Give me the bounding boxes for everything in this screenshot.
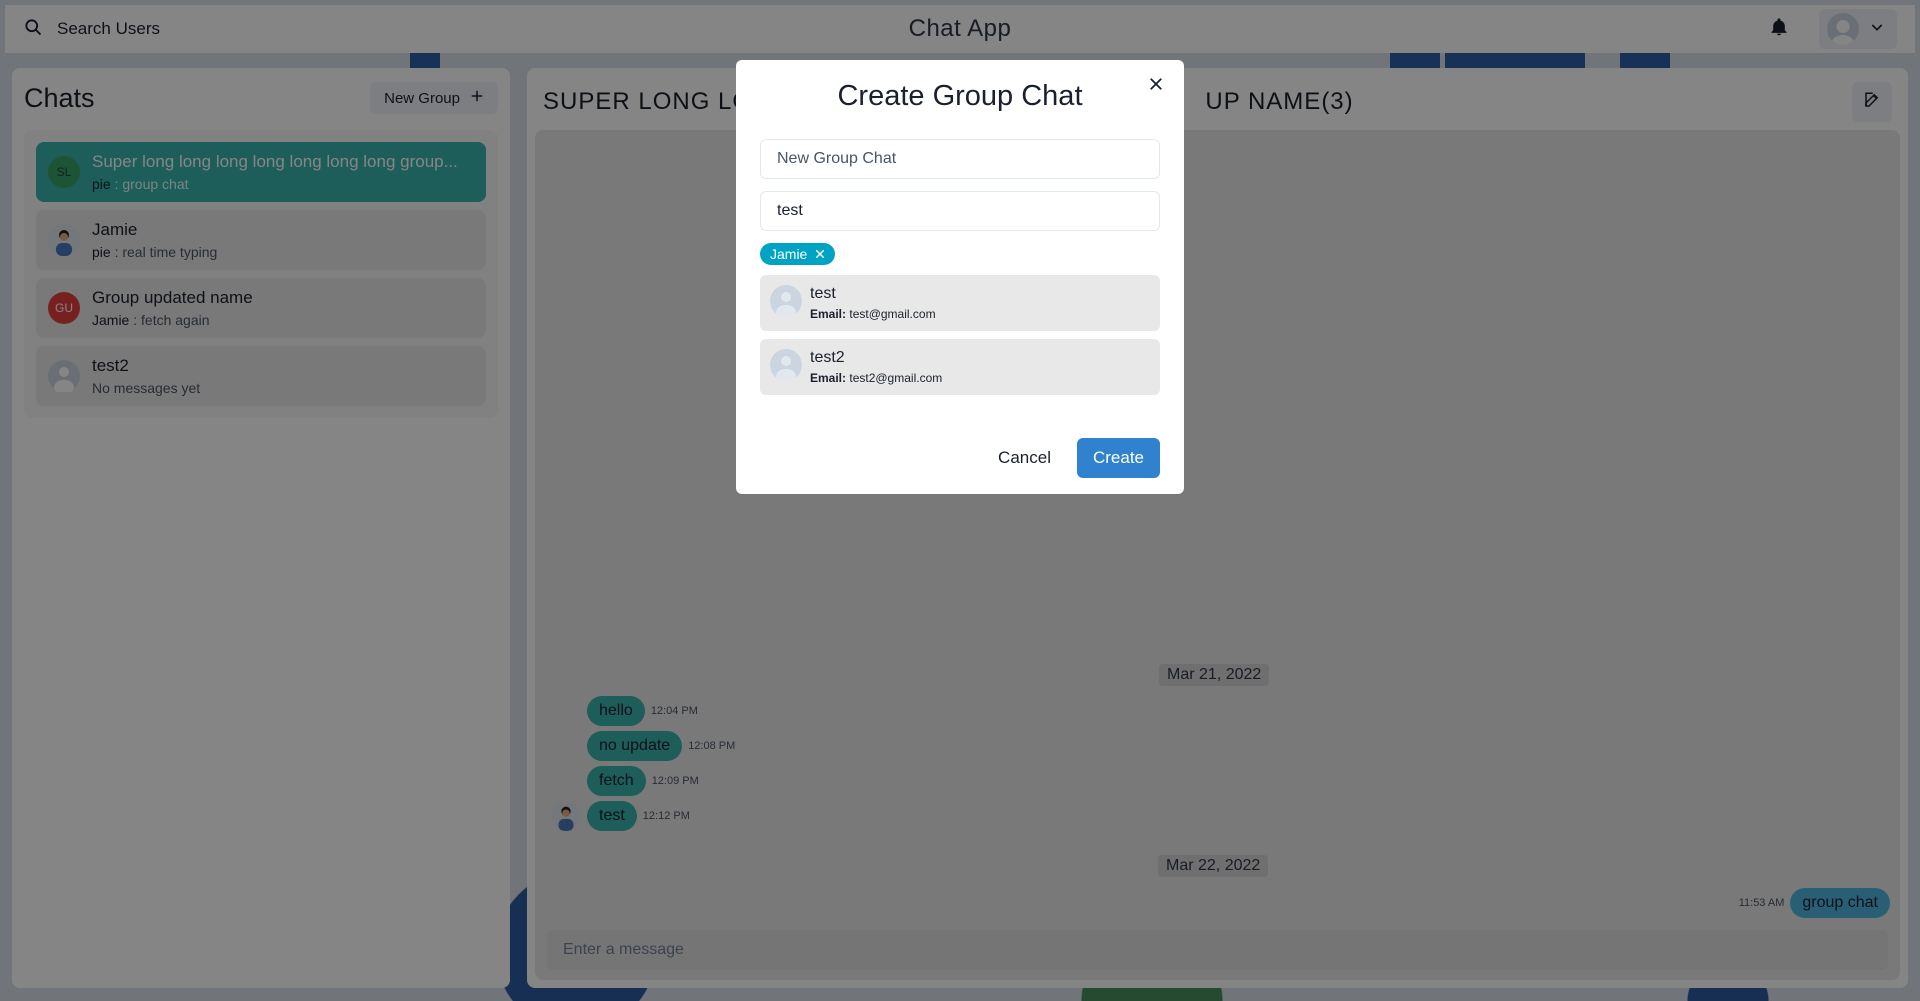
group-name-input[interactable] — [760, 139, 1160, 179]
tag-label: Jamie — [770, 246, 808, 262]
add-users-input[interactable] — [760, 191, 1160, 231]
user-email: Email: test@gmail.com — [810, 307, 936, 321]
avatar — [770, 284, 802, 322]
cancel-button[interactable]: Cancel — [982, 438, 1067, 478]
email-value: test@gmail.com — [849, 307, 936, 321]
close-button[interactable] — [1144, 74, 1168, 98]
modal-title: Create Group Chat — [837, 80, 1083, 112]
close-icon[interactable] — [815, 246, 825, 262]
user-name: test — [810, 285, 836, 302]
user-result-item[interactable]: test Email: test@gmail.com — [760, 275, 1160, 331]
user-name: test2 — [810, 349, 845, 366]
create-group-modal: Create Group Chat Jamie test Email: test… — [736, 60, 1184, 494]
user-result-item[interactable]: test2 Email: test2@gmail.com — [760, 339, 1160, 395]
close-icon — [1149, 77, 1163, 96]
email-label: Email: — [810, 307, 847, 321]
create-button[interactable]: Create — [1076, 438, 1160, 478]
email-label: Email: — [810, 371, 847, 385]
user-results-list: test Email: test@gmail.com test2 Email: … — [760, 275, 1160, 395]
selected-user-tag[interactable]: Jamie — [760, 243, 836, 265]
email-value: test2@gmail.com — [849, 371, 943, 385]
user-email: Email: test2@gmail.com — [810, 371, 942, 385]
avatar — [770, 348, 802, 386]
